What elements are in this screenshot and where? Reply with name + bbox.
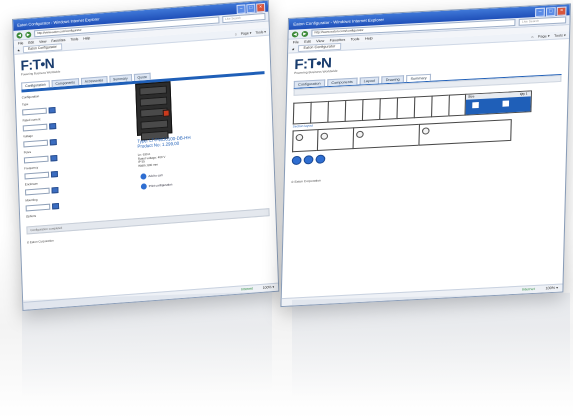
layout-label: Section layout xyxy=(292,123,314,129)
page-footer: © Eaton Corporation xyxy=(291,178,321,184)
page-content: F:T•N Powering Business Worldwide Config… xyxy=(14,36,278,303)
connector-icon xyxy=(320,132,329,140)
close-icon[interactable]: × xyxy=(256,2,266,13)
frequency-select[interactable] xyxy=(24,171,50,180)
internet-zone: Internet xyxy=(521,286,535,292)
window-title: Eaton Configurator - Windows Internet Ex… xyxy=(293,16,385,27)
field-label: Poles xyxy=(23,149,32,155)
cabinet-image xyxy=(135,81,173,141)
field-label: Options xyxy=(25,213,37,219)
maximize-icon[interactable]: □ xyxy=(246,3,256,14)
bay-layout xyxy=(292,119,512,153)
page-content: F:T•N Powering Business Worldwide Config… xyxy=(282,39,569,299)
grid-cell[interactable] xyxy=(361,98,380,121)
tab-summary[interactable]: Summary xyxy=(406,73,432,83)
close-icon[interactable]: × xyxy=(556,6,567,16)
poles-select[interactable] xyxy=(23,155,49,164)
current-select[interactable] xyxy=(22,123,48,132)
selection-panel: Size Qty 1 xyxy=(464,90,533,116)
zoom-level[interactable]: 100% ▾ xyxy=(545,285,558,293)
add-to-cart-label: Add to cart xyxy=(148,173,163,179)
action-icons xyxy=(291,154,326,166)
maximize-icon[interactable]: □ xyxy=(545,7,556,17)
dropdown-button[interactable] xyxy=(50,170,58,178)
product-showcase: Eaton Configurator - Windows Internet Ex… xyxy=(0,0,573,419)
dropdown-button[interactable] xyxy=(49,122,57,130)
browser-window-layout: Eaton Configurator - Windows Internet Ex… xyxy=(280,3,571,308)
home-icon[interactable]: ⌂ xyxy=(235,32,237,36)
dropdown-button[interactable] xyxy=(52,202,60,210)
connector-icon xyxy=(421,127,430,135)
favorites-star-icon[interactable]: ★ xyxy=(17,48,20,52)
grid-cell[interactable] xyxy=(379,97,398,121)
window-reflection xyxy=(22,291,272,400)
browser-window-configuration: Eaton Configurator - Windows Internet Ex… xyxy=(12,0,280,312)
menu-help[interactable]: Help xyxy=(365,35,373,41)
tab-quote[interactable]: Quote xyxy=(133,72,151,82)
grid-cell[interactable] xyxy=(292,101,311,125)
back-icon[interactable]: ◀ xyxy=(16,31,23,39)
tab-configuration[interactable]: Configuration xyxy=(21,80,50,90)
grid-cell[interactable] xyxy=(327,100,346,123)
minimize-icon[interactable]: – xyxy=(236,4,246,15)
forward-icon[interactable]: ▶ xyxy=(301,30,309,37)
tab-accessories[interactable]: Accessories xyxy=(80,76,108,85)
grid-cell[interactable] xyxy=(344,99,363,122)
menu-tools[interactable]: Tools xyxy=(70,36,78,43)
field-label: Voltage xyxy=(23,133,33,139)
page-menu[interactable]: Page ▾ xyxy=(241,31,252,36)
tab-layout[interactable]: Layout xyxy=(359,76,380,85)
action-icon[interactable] xyxy=(303,155,314,165)
field-label: Frequency xyxy=(24,165,39,171)
module-icon[interactable] xyxy=(502,100,510,107)
product-specs: Ln: 630 A Rated voltage: 400 V IP 55 Wid… xyxy=(138,152,166,168)
section-grid xyxy=(292,93,468,125)
back-icon[interactable]: ◀ xyxy=(291,30,299,38)
grid-cell[interactable] xyxy=(310,100,328,124)
grid-cell[interactable] xyxy=(413,95,432,119)
grid-cell[interactable] xyxy=(430,94,449,118)
tab-drawing[interactable]: Drawing xyxy=(381,75,405,84)
menu-tools[interactable]: Tools xyxy=(351,36,360,42)
forward-icon[interactable]: ▶ xyxy=(25,31,32,38)
grid-cell[interactable] xyxy=(396,96,415,120)
bay-cell[interactable] xyxy=(352,123,419,150)
cart-icon xyxy=(140,173,147,180)
dropdown-button[interactable] xyxy=(49,138,57,146)
dropdown-button[interactable] xyxy=(48,106,56,114)
home-icon[interactable]: ⌂ xyxy=(531,34,533,38)
menu-help[interactable]: Help xyxy=(83,35,90,42)
connector-icon xyxy=(295,133,304,142)
page-menu[interactable]: Page ▾ xyxy=(538,34,550,39)
tab-components[interactable]: Components xyxy=(51,78,79,88)
voltage-select[interactable] xyxy=(23,139,49,148)
print-icon xyxy=(140,183,147,190)
print-label: Print configuration xyxy=(148,182,173,189)
bay-cell[interactable] xyxy=(316,127,354,151)
tools-menu[interactable]: Tools ▾ xyxy=(255,29,266,34)
module-icon[interactable] xyxy=(472,102,479,109)
dropdown-button[interactable] xyxy=(51,186,59,194)
minimize-icon[interactable]: – xyxy=(535,7,545,18)
tab-summary[interactable]: Summary xyxy=(108,74,132,83)
mounting-select[interactable] xyxy=(25,203,51,212)
field-label: Rated current xyxy=(22,117,41,123)
type-select[interactable] xyxy=(22,107,47,116)
bay-cell[interactable] xyxy=(292,129,318,153)
field-label: Mounting xyxy=(25,197,38,203)
connector-icon xyxy=(356,130,364,139)
dropdown-button[interactable] xyxy=(50,154,58,162)
action-icon[interactable] xyxy=(291,155,302,166)
tools-menu[interactable]: Tools ▾ xyxy=(554,33,566,38)
field-label: Enclosure xyxy=(24,181,38,187)
bay-cell[interactable] xyxy=(418,119,512,146)
search-input[interactable]: Live Search xyxy=(518,16,567,26)
enclosure-select[interactable] xyxy=(25,187,50,196)
action-icon[interactable] xyxy=(315,154,326,164)
favorites-star-icon[interactable]: ★ xyxy=(291,47,294,51)
field-label: Type xyxy=(21,101,29,107)
window-reflection xyxy=(292,292,570,400)
